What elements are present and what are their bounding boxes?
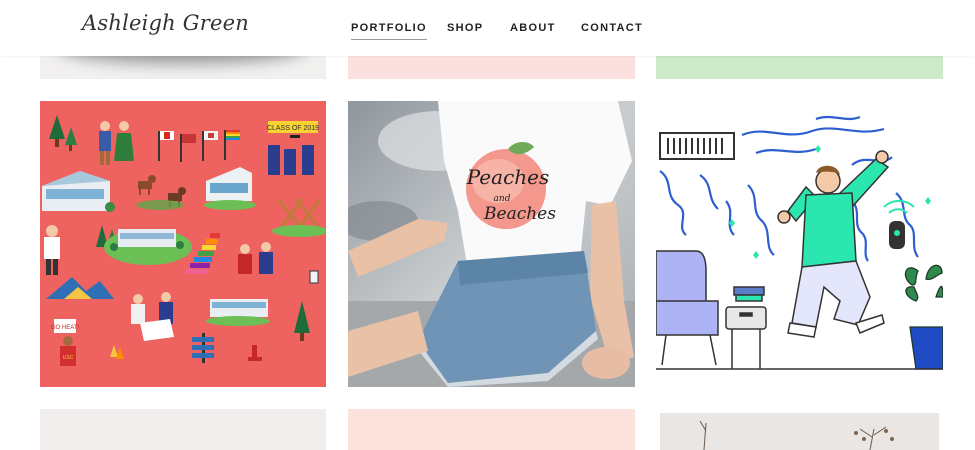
svg-text:Beaches: Beaches bbox=[483, 204, 556, 224]
branches-photo bbox=[660, 413, 939, 450]
svg-text:CLASS OF 2019: CLASS OF 2019 bbox=[267, 125, 319, 132]
nav-shop[interactable]: SHOP bbox=[447, 22, 483, 39]
portfolio-tile-campus-illustration[interactable]: CLASS OF 2019 GO HEAT! USC bbox=[40, 101, 326, 387]
portfolio-tile-partial-bottom-1[interactable] bbox=[40, 409, 326, 450]
svg-text:USC: USC bbox=[63, 355, 74, 361]
portfolio-tile-partial-bottom-2[interactable] bbox=[348, 409, 635, 450]
portfolio-tile-peaches-tshirt[interactable]: Peaches and Beaches bbox=[348, 101, 635, 387]
portfolio-tile-partial-pink[interactable] bbox=[348, 56, 635, 79]
air-conditioner-icon bbox=[659, 132, 735, 160]
nav-about[interactable]: ABOUT bbox=[510, 22, 556, 39]
cup-icon bbox=[309, 270, 319, 284]
portfolio-tile-jumping-man[interactable] bbox=[656, 101, 943, 387]
campus-illustration-image: CLASS OF 2019 GO HEAT! USC bbox=[40, 101, 326, 387]
portfolio-tile-partial-gray[interactable] bbox=[40, 56, 326, 79]
svg-text:and: and bbox=[494, 194, 511, 204]
peaches-tshirt-photo: Peaches and Beaches bbox=[348, 101, 635, 387]
hand bbox=[582, 347, 630, 379]
site-header: Ashleigh Green PORTFOLIO SHOP ABOUT CONT… bbox=[0, 0, 975, 56]
site-logo[interactable]: Ashleigh Green bbox=[82, 11, 249, 35]
portfolio-tile-partial-green[interactable] bbox=[656, 56, 943, 79]
campus-buildings bbox=[104, 229, 192, 265]
nav-portfolio[interactable]: PORTFOLIO bbox=[351, 22, 427, 40]
svg-text:Peaches: Peaches bbox=[466, 165, 550, 189]
svg-text:GO HEAT!: GO HEAT! bbox=[51, 325, 80, 331]
nav-contact[interactable]: CONTACT bbox=[581, 22, 643, 39]
jumping-man-illustration bbox=[656, 101, 943, 387]
portfolio-tile-partial-bottom-3[interactable] bbox=[660, 413, 939, 450]
building-bottom bbox=[206, 299, 270, 326]
